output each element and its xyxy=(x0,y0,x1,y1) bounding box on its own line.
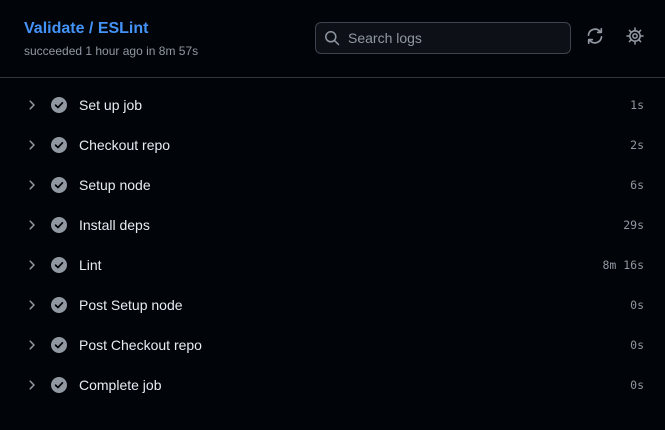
step-label: Post Setup node xyxy=(79,297,183,313)
gear-icon xyxy=(626,26,644,50)
chevron-right-icon[interactable] xyxy=(24,97,40,113)
settings-button[interactable] xyxy=(624,26,646,50)
step-row[interactable]: Complete job 0s xyxy=(0,365,665,405)
chevron-right-icon[interactable] xyxy=(24,217,40,233)
search-logs-input[interactable] xyxy=(348,23,570,53)
success-check-icon xyxy=(51,297,67,313)
step-row[interactable]: Checkout repo 2s xyxy=(0,125,665,165)
success-check-icon xyxy=(51,377,67,393)
step-duration: 6s xyxy=(630,178,644,192)
step-duration: 1s xyxy=(630,98,644,112)
step-duration: 0s xyxy=(630,338,644,352)
step-duration: 29s xyxy=(623,218,644,232)
search-icon xyxy=(324,30,340,46)
workflow-job-log-page: Validate / ESLint succeeded 1 hour ago i… xyxy=(0,0,665,430)
success-check-icon xyxy=(51,217,67,233)
step-duration: 2s xyxy=(630,138,644,152)
step-duration: 8m 16s xyxy=(602,258,644,272)
success-check-icon xyxy=(51,337,67,353)
job-header: Validate / ESLint succeeded 1 hour ago i… xyxy=(0,0,665,78)
job-title-link[interactable]: Validate / ESLint xyxy=(24,19,148,39)
step-row[interactable]: Lint 8m 16s xyxy=(0,245,665,285)
step-row[interactable]: Post Checkout repo 0s xyxy=(0,325,665,365)
search-logs-box[interactable] xyxy=(315,22,571,54)
step-duration: 0s xyxy=(630,298,644,312)
chevron-right-icon[interactable] xyxy=(24,257,40,273)
success-check-icon xyxy=(51,177,67,193)
chevron-right-icon[interactable] xyxy=(24,177,40,193)
step-label: Lint xyxy=(79,257,102,273)
refresh-button[interactable] xyxy=(584,27,606,49)
job-status-summary: succeeded 1 hour ago in 8m 57s xyxy=(24,44,199,58)
refresh-icon xyxy=(586,27,604,50)
success-check-icon xyxy=(51,97,67,113)
step-label: Set up job xyxy=(79,97,143,113)
step-row[interactable]: Setup node 6s xyxy=(0,165,665,205)
step-row[interactable]: Set up job 1s xyxy=(0,85,665,125)
step-label: Install deps xyxy=(79,217,150,233)
chevron-right-icon[interactable] xyxy=(24,337,40,353)
chevron-right-icon[interactable] xyxy=(24,377,40,393)
step-row[interactable]: Install deps 29s xyxy=(0,205,665,245)
success-check-icon xyxy=(51,137,67,153)
step-label: Complete job xyxy=(79,377,162,393)
step-row[interactable]: Post Setup node 0s xyxy=(0,285,665,325)
job-steps-list: Set up job 1s Checkout repo 2s Setup nod… xyxy=(0,85,665,405)
success-check-icon xyxy=(51,257,67,273)
step-label: Setup node xyxy=(79,177,151,193)
chevron-right-icon[interactable] xyxy=(24,137,40,153)
step-label: Post Checkout repo xyxy=(79,337,202,353)
step-duration: 0s xyxy=(630,378,644,392)
chevron-right-icon[interactable] xyxy=(24,297,40,313)
step-label: Checkout repo xyxy=(79,137,171,153)
